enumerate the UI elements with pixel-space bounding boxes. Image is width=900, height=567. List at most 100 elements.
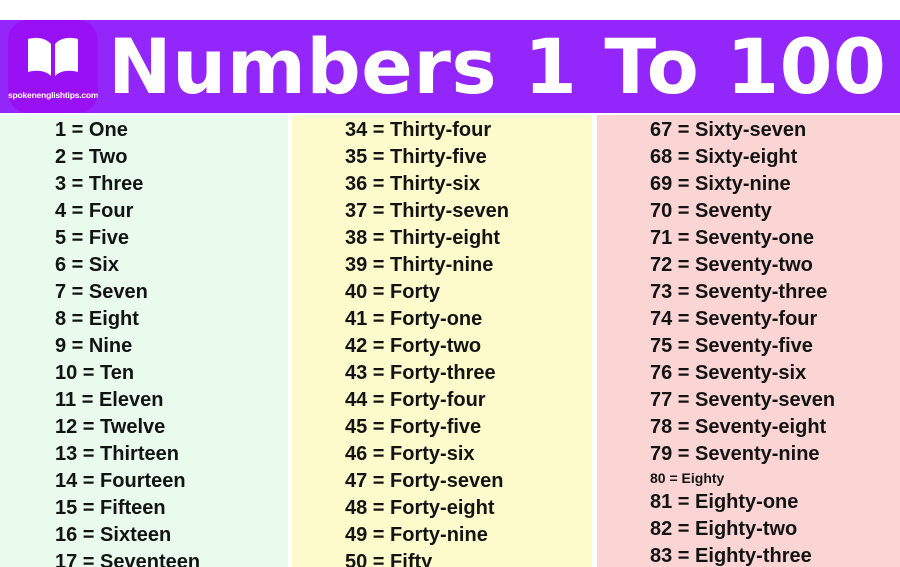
equals-separator: = bbox=[672, 335, 696, 357]
number-word: Nine bbox=[88, 335, 133, 357]
number-row: 50 = Fifty bbox=[345, 549, 509, 567]
number-word: Eighty-one bbox=[695, 491, 799, 513]
number-value: 37 bbox=[345, 200, 368, 222]
number-word: Forty-three bbox=[390, 362, 496, 384]
number-row: 34 = Thirty-four bbox=[345, 117, 509, 144]
site-logo[interactable]: spokenenglishtips.com bbox=[8, 20, 98, 113]
number-value: 36 bbox=[345, 173, 368, 195]
equals-separator: = bbox=[77, 416, 101, 438]
number-row: 47 = Forty-seven bbox=[345, 468, 509, 495]
number-row: 43 = Forty-three bbox=[345, 360, 509, 387]
number-word: Seventy-four bbox=[695, 308, 818, 330]
number-value: 77 bbox=[650, 389, 673, 411]
equals-separator: = bbox=[367, 227, 391, 249]
equals-separator: = bbox=[672, 362, 696, 384]
number-value: 38 bbox=[345, 227, 368, 249]
number-row: 6 = Six bbox=[55, 252, 200, 279]
number-row: 72 = Seventy-two bbox=[650, 252, 835, 279]
equals-separator: = bbox=[66, 281, 89, 303]
number-value: 46 bbox=[345, 443, 368, 465]
number-row: 79 = Seventy-nine bbox=[650, 441, 835, 468]
equals-separator: = bbox=[367, 470, 391, 492]
number-value: 48 bbox=[345, 497, 368, 519]
number-row: 41 = Forty-one bbox=[345, 306, 509, 333]
number-value: 5 bbox=[55, 227, 67, 249]
number-row: 46 = Forty-six bbox=[345, 441, 509, 468]
number-row: 3 = Three bbox=[55, 171, 200, 198]
number-row: 71 = Seventy-one bbox=[650, 225, 835, 252]
number-value: 70 bbox=[650, 200, 673, 222]
number-row: 4 = Four bbox=[55, 198, 200, 225]
equals-separator: = bbox=[367, 524, 391, 546]
number-value: 10 bbox=[55, 362, 78, 384]
number-value: 34 bbox=[345, 119, 368, 141]
equals-separator: = bbox=[367, 362, 391, 384]
number-word: Seventy-eight bbox=[695, 416, 827, 438]
number-row: 40 = Forty bbox=[345, 279, 509, 306]
number-row: 14 = Fourteen bbox=[55, 468, 200, 495]
number-value: 82 bbox=[650, 518, 673, 540]
number-word: One bbox=[88, 119, 128, 141]
number-row: 78 = Seventy-eight bbox=[650, 414, 835, 441]
number-row: 42 = Forty-two bbox=[345, 333, 509, 360]
number-word: Three bbox=[88, 173, 144, 195]
number-value: 44 bbox=[345, 389, 368, 411]
number-row: 35 = Thirty-five bbox=[345, 144, 509, 171]
number-word: Thirty-four bbox=[390, 119, 492, 141]
equals-separator: = bbox=[672, 416, 696, 438]
number-value: 80 bbox=[650, 470, 666, 486]
number-row: 76 = Seventy-six bbox=[650, 360, 835, 387]
number-word: Fifteen bbox=[100, 497, 166, 519]
equals-separator: = bbox=[66, 308, 89, 330]
equals-separator: = bbox=[66, 119, 89, 141]
equals-separator: = bbox=[672, 227, 696, 249]
equals-separator: = bbox=[672, 491, 696, 513]
number-word: Seventy-two bbox=[695, 254, 813, 276]
equals-separator: = bbox=[66, 200, 89, 222]
number-row: 67 = Sixty-seven bbox=[650, 117, 835, 144]
number-word: Ten bbox=[100, 362, 135, 384]
number-word: Fifty bbox=[390, 551, 433, 567]
equals-separator: = bbox=[367, 497, 391, 519]
numbers-column-3-rows: 67 = Sixty-seven 68 = Sixty-eight 69 = Six… bbox=[650, 117, 835, 567]
number-value: 11 bbox=[55, 389, 77, 411]
number-row: 81 = Eighty-one bbox=[650, 489, 835, 516]
number-value: 3 bbox=[55, 173, 67, 195]
number-value: 35 bbox=[345, 146, 368, 168]
number-row: 38 = Thirty-eight bbox=[345, 225, 509, 252]
number-row: 74 = Seventy-four bbox=[650, 306, 835, 333]
number-value: 7 bbox=[55, 281, 67, 303]
number-row: 69 = Sixty-nine bbox=[650, 171, 835, 198]
number-value: 45 bbox=[345, 416, 368, 438]
number-word: Forty-nine bbox=[390, 524, 488, 546]
number-value: 8 bbox=[55, 308, 67, 330]
equals-separator: = bbox=[77, 497, 101, 519]
number-word: Eighty-three bbox=[695, 545, 812, 567]
number-word: Seventy-one bbox=[695, 227, 814, 249]
numbers-column-3: 67 = Sixty-seven 68 = Sixty-eight 69 = Six… bbox=[597, 115, 900, 567]
numbers-column-2: 34 = Thirty-four 35 = Thirty-five 36 = Thi… bbox=[292, 115, 592, 567]
number-row: 68 = Sixty-eight bbox=[650, 144, 835, 171]
number-word: Sixty-eight bbox=[695, 146, 798, 168]
open-book-icon bbox=[28, 37, 78, 76]
number-value: 9 bbox=[55, 335, 67, 357]
number-row: 73 = Seventy-three bbox=[650, 279, 835, 306]
number-word: Forty-five bbox=[390, 416, 482, 438]
number-word: Forty-six bbox=[390, 443, 475, 465]
number-row: 2 = Two bbox=[55, 144, 200, 171]
logo-caption: spokenenglishtips.com bbox=[8, 90, 98, 100]
number-word: Six bbox=[88, 254, 119, 276]
numbers-column-2-rows: 34 = Thirty-four 35 = Thirty-five 36 = Thi… bbox=[345, 117, 509, 567]
number-row: 5 = Five bbox=[55, 225, 200, 252]
equals-separator: = bbox=[66, 254, 89, 276]
number-word: Thirty-six bbox=[390, 173, 481, 195]
number-row: 9 = Nine bbox=[55, 333, 200, 360]
number-value: 73 bbox=[650, 281, 673, 303]
number-word: Thirteen bbox=[100, 443, 179, 465]
number-word: Seventy-nine bbox=[695, 443, 820, 465]
equals-separator: = bbox=[76, 389, 99, 411]
number-word: Seventy-six bbox=[695, 362, 807, 384]
number-row: 77 = Seventy-seven bbox=[650, 387, 835, 414]
equals-separator: = bbox=[367, 443, 391, 465]
equals-separator: = bbox=[367, 389, 391, 411]
